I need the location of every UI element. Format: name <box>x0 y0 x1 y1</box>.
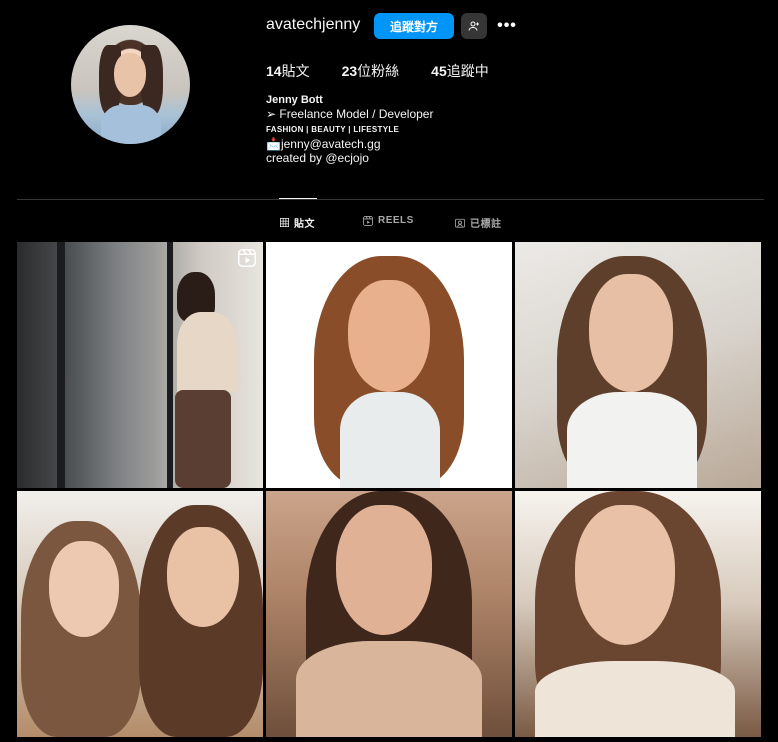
bio-line-categories: FASHION | BEAUTY | LIFESTYLE <box>266 125 400 134</box>
followers-count-label: 位粉絲 <box>357 63 400 79</box>
post-tile[interactable] <box>266 242 512 488</box>
following-count-number: 45 <box>431 63 447 79</box>
active-tab-indicator <box>279 198 317 199</box>
tab-posts-label: 貼文 <box>294 219 315 230</box>
bio-line-role: ➢ Freelance Model / Developer <box>266 107 434 121</box>
tagged-icon <box>455 218 465 228</box>
tab-tagged[interactable]: 已標註 <box>455 215 502 230</box>
following-count[interactable]: 45追蹤中 <box>431 61 489 81</box>
figure-shoulders <box>296 641 482 737</box>
suggested-accounts-button[interactable] <box>461 13 487 39</box>
profile-stats: 14貼文 23位粉絲 45追蹤中 <box>266 61 521 81</box>
reels-icon <box>363 215 373 226</box>
add-person-icon <box>468 21 479 31</box>
post-tile[interactable] <box>17 242 263 488</box>
posts-count-label: 貼文 <box>281 63 310 79</box>
door-frame <box>167 242 173 488</box>
post-tile[interactable] <box>515 491 761 737</box>
posts-grid <box>17 242 762 742</box>
avatar-shirt <box>101 105 161 144</box>
tab-tagged-label: 已標註 <box>470 219 502 230</box>
reels-icon <box>238 249 256 267</box>
tab-reels-label: REELS <box>378 215 414 226</box>
reel-badge <box>238 249 256 272</box>
follow-button[interactable]: 追蹤對方 <box>374 13 454 39</box>
door-frame <box>57 242 65 488</box>
figure-top <box>567 392 697 488</box>
figure-face <box>167 527 239 627</box>
profile-full-name: Jenny Bott <box>266 94 323 106</box>
tab-posts[interactable]: 貼文 <box>280 215 315 230</box>
bio-line-credit: created by @ecjojo <box>266 151 369 165</box>
posts-count-number: 14 <box>266 63 282 79</box>
profile-avatar[interactable] <box>71 25 190 144</box>
figure-sweater <box>535 661 735 737</box>
more-options-button[interactable]: ••• <box>496 13 518 39</box>
following-count-label: 追蹤中 <box>446 63 489 79</box>
figure-top <box>340 392 440 488</box>
post-tile[interactable] <box>266 491 512 737</box>
tabs-divider <box>17 199 764 200</box>
followers-count[interactable]: 23位粉絲 <box>342 61 400 81</box>
post-tile[interactable] <box>515 242 761 488</box>
figure-pants <box>175 390 231 488</box>
post-tile[interactable] <box>17 491 263 737</box>
figure-face <box>49 541 119 637</box>
figure-face <box>575 505 675 645</box>
posts-count[interactable]: 14貼文 <box>266 61 310 81</box>
tab-reels[interactable]: REELS <box>363 215 414 226</box>
bio-line-email: 📩jenny@avatech.gg <box>266 137 381 151</box>
figure-face <box>336 505 432 635</box>
figure-sweater <box>177 312 237 392</box>
figure-face <box>348 280 430 392</box>
followers-count-number: 23 <box>341 63 358 79</box>
profile-username: avatechjenny <box>266 16 361 33</box>
figure-face <box>589 274 673 392</box>
grid-icon <box>280 218 289 227</box>
avatar-face <box>114 53 146 97</box>
